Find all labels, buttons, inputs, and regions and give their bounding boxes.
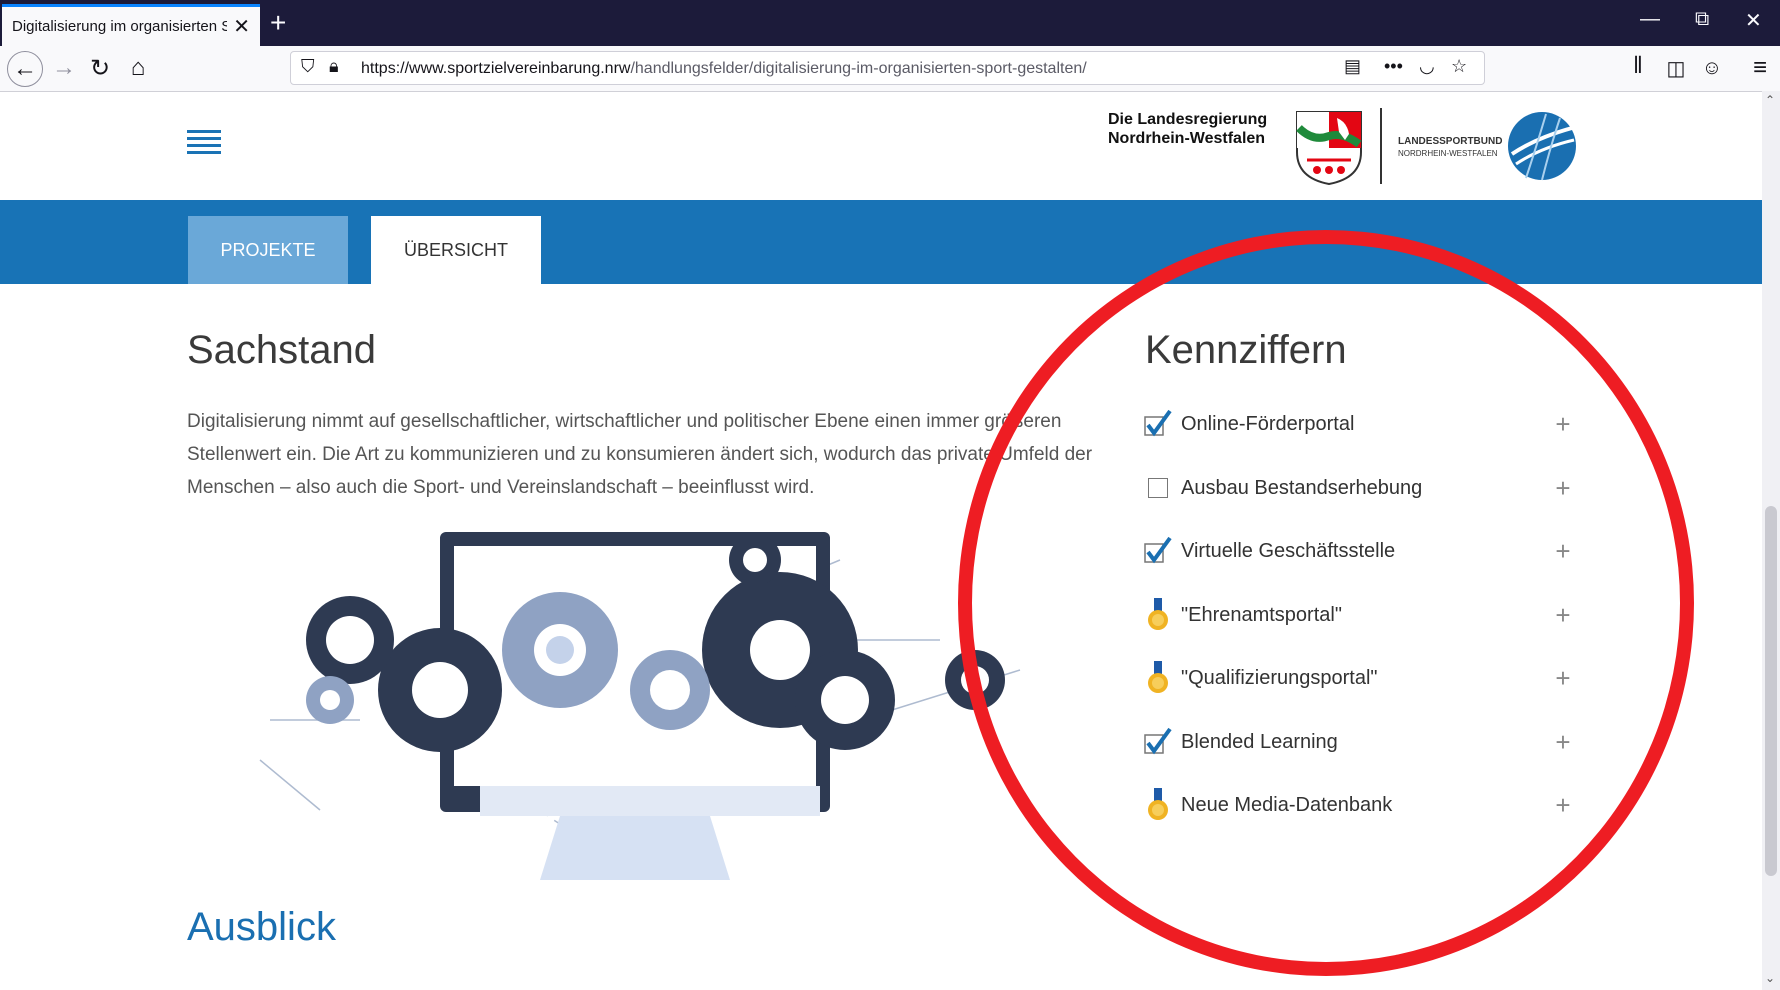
- forward-arrow-icon[interactable]: →: [48, 52, 80, 84]
- browser-tab[interactable]: Digitalisierung im organisierten Sport g…: [2, 4, 260, 46]
- browser-tab-bar: Digitalisierung im organisierten Sport g…: [0, 0, 1780, 46]
- ausblick-heading: Ausblick: [187, 905, 336, 949]
- close-tab-icon[interactable]: ✕: [233, 14, 250, 39]
- bookmark-star-icon[interactable]: ☆: [1451, 56, 1467, 77]
- reload-icon[interactable]: ↻: [84, 52, 116, 84]
- medal-icon: [1143, 788, 1173, 822]
- library-icon[interactable]: 𝍪: [1622, 52, 1654, 84]
- landessportbund-label: LANDESSPORTBUND NORDRHEIN-WESTFALEN: [1398, 136, 1503, 158]
- tab-title: Digitalisierung im organisierten Sport g…: [12, 18, 228, 35]
- kennziffern-heading: Kennziffern: [1145, 328, 1347, 372]
- scrollbar-thumb[interactable]: [1765, 506, 1777, 876]
- kennziffer-label: "Ehrenamtsportal": [1181, 603, 1342, 626]
- account-icon[interactable]: ☺: [1696, 52, 1728, 84]
- checkmark-icon: [1143, 534, 1173, 568]
- expand-plus-icon[interactable]: +: [1551, 727, 1575, 758]
- shield-icon[interactable]: ⛉: [301, 56, 315, 77]
- kennziffer-label: Neue Media-Datenbank: [1181, 793, 1393, 816]
- checkmark-icon: [1143, 725, 1173, 759]
- medal-icon: [1143, 661, 1173, 695]
- kennziffer-item[interactable]: Online-Förderportal +: [1143, 402, 1575, 446]
- pocket-icon[interactable]: ◡: [1419, 56, 1435, 77]
- tab-projekte[interactable]: PROJEKTE: [188, 216, 348, 284]
- expand-plus-icon[interactable]: +: [1551, 536, 1575, 567]
- close-window-icon[interactable]: ✕: [1745, 8, 1762, 33]
- expand-plus-icon[interactable]: +: [1551, 473, 1575, 504]
- minimize-icon[interactable]: —: [1640, 8, 1660, 31]
- scroll-up-icon[interactable]: ⌃: [1765, 93, 1775, 107]
- scroll-down-icon[interactable]: ⌄: [1765, 971, 1775, 985]
- lock-icon[interactable]: 🔒︎: [329, 56, 339, 77]
- sidebar-icon[interactable]: ◫: [1660, 52, 1692, 84]
- kennziffer-item[interactable]: Blended Learning +: [1143, 720, 1575, 764]
- logo-divider: [1380, 108, 1382, 184]
- sachstand-heading: Sachstand: [187, 328, 377, 372]
- expand-plus-icon[interactable]: +: [1551, 409, 1575, 440]
- back-arrow-icon[interactable]: ←: [7, 51, 43, 87]
- restore-icon[interactable]: ⧉: [1695, 8, 1709, 31]
- browser-nav-bar: ← → ↻ ⌂ ⛉ 🔒︎ https://www.sportzielverein…: [0, 46, 1780, 92]
- kennziffer-item[interactable]: "Ehrenamtsportal" +: [1143, 593, 1575, 637]
- checkmark-icon: [1143, 407, 1173, 441]
- kennziffer-item[interactable]: "Qualifizierungsportal" +: [1143, 656, 1575, 700]
- home-icon[interactable]: ⌂: [122, 52, 154, 84]
- kennziffer-item[interactable]: Neue Media-Datenbank +: [1143, 783, 1575, 827]
- expand-plus-icon[interactable]: +: [1551, 790, 1575, 821]
- kennziffer-label: Blended Learning: [1181, 730, 1338, 753]
- url-bar[interactable]: ⛉ 🔒︎ https://www.sportzielvereinbarung.n…: [290, 51, 1485, 85]
- kennziffer-label: "Qualifizierungsportal": [1181, 666, 1378, 689]
- medal-icon: [1143, 598, 1173, 632]
- expand-plus-icon[interactable]: +: [1551, 600, 1575, 631]
- landessportbund-logo[interactable]: [1506, 108, 1578, 184]
- nrw-crest-logo[interactable]: [1293, 108, 1365, 186]
- kennziffer-label: Online-Förderportal: [1181, 412, 1355, 435]
- new-tab-icon[interactable]: +: [270, 7, 286, 39]
- kennziffer-item[interactable]: Ausbau Bestandserhebung +: [1143, 466, 1575, 510]
- kennziffer-item[interactable]: Virtuelle Geschäftsstelle +: [1143, 529, 1575, 573]
- tab-uebersicht[interactable]: ÜBERSICHT: [371, 216, 541, 284]
- kennziffer-label: Virtuelle Geschäftsstelle: [1181, 539, 1396, 562]
- more-actions-icon[interactable]: •••: [1384, 56, 1403, 77]
- landesregierung-label: Die Landesregierung Nordrhein-Westfalen: [1108, 111, 1268, 147]
- kennziffer-label: Ausbau Bestandserhebung: [1181, 476, 1423, 499]
- reader-view-icon[interactable]: ▤: [1344, 56, 1361, 77]
- digitalization-gears-illustration: [259, 532, 1021, 880]
- site-menu-icon[interactable]: [187, 130, 221, 156]
- url-text: https://www.sportzielvereinbarung.nrw/ha…: [361, 60, 1087, 77]
- menu-icon[interactable]: ≡: [1744, 52, 1776, 84]
- expand-plus-icon[interactable]: +: [1551, 663, 1575, 694]
- sachstand-text: Digitalisierung nimmt auf gesellschaftli…: [187, 411, 1093, 498]
- page-scrollbar[interactable]: ⌃ ⌄: [1762, 91, 1780, 990]
- empty-checkbox-icon: [1143, 471, 1173, 505]
